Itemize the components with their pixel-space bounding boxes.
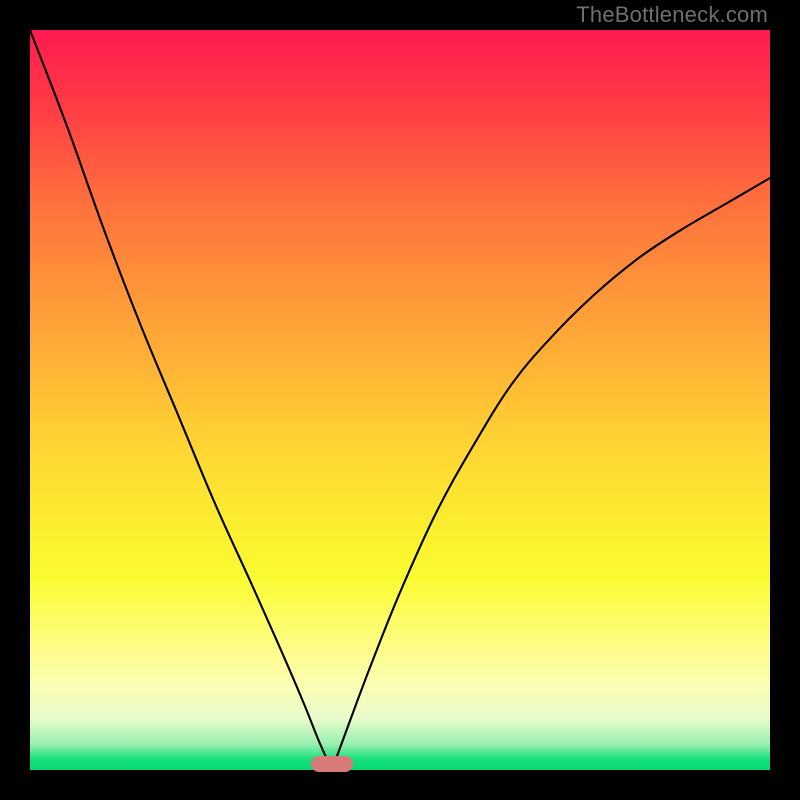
bottleneck-curve bbox=[30, 30, 770, 770]
watermark-text: TheBottleneck.com bbox=[576, 2, 768, 28]
curve-right-branch bbox=[332, 178, 770, 770]
optimal-marker bbox=[311, 756, 353, 772]
chart-frame: TheBottleneck.com bbox=[0, 0, 800, 800]
plot-area bbox=[30, 30, 770, 770]
curve-left-branch bbox=[30, 30, 332, 770]
